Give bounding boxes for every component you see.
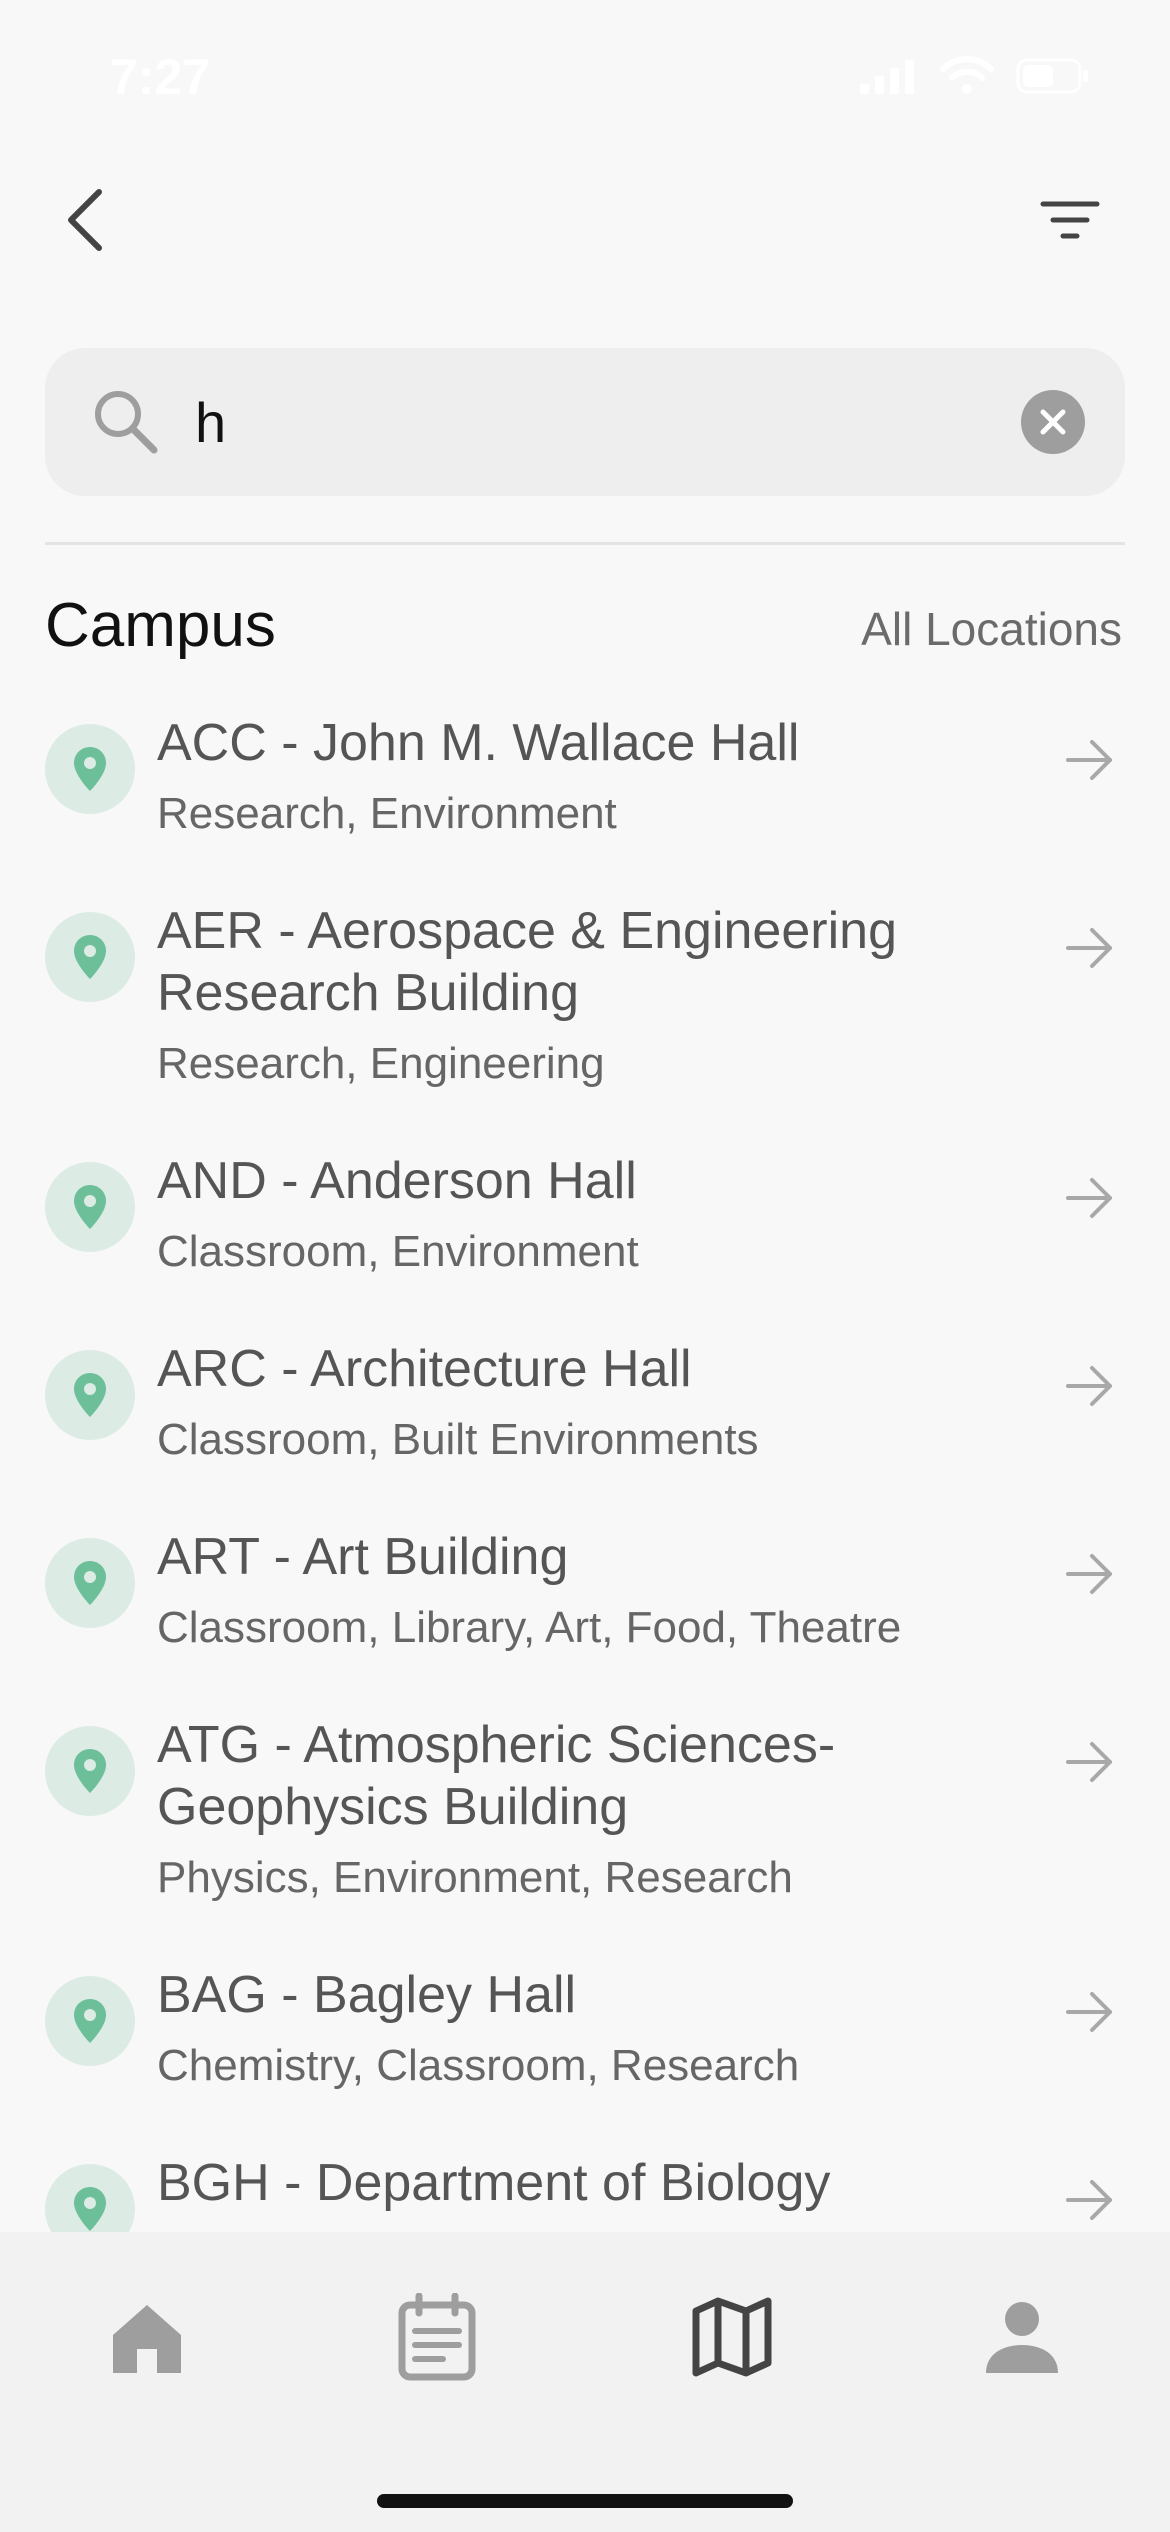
- pin-badge: [45, 1976, 135, 2066]
- list-item-tags: Chemistry, Classroom, Research: [157, 2041, 800, 2090]
- list-item[interactable]: ARC - Architecture Hall Classroom, Built…: [0, 1338, 1170, 1468]
- list-item-title: BAG - Bagley Hall: [157, 1966, 577, 2024]
- back-button[interactable]: [50, 180, 120, 260]
- filter-icon: [1040, 201, 1100, 239]
- clear-icon: [1040, 409, 1066, 435]
- map-pin-icon: [74, 747, 106, 791]
- status-time: 7:27: [110, 49, 211, 105]
- status-icons: [858, 56, 1090, 96]
- map-pin-icon: [74, 1749, 106, 1793]
- screen: 7:27 h Campus All Locations ACC - John M…: [0, 0, 1170, 2532]
- nav-map-button[interactable]: [677, 2282, 787, 2392]
- pin-badge: [45, 1538, 135, 1628]
- arrow-right-icon: [1066, 1554, 1112, 1594]
- list-item-tags: Research, Environment: [157, 789, 617, 838]
- map-pin-icon: [74, 2187, 106, 2231]
- list-item-title: AND - Anderson Hall: [157, 1152, 637, 1210]
- list-item[interactable]: BAG - Bagley Hall Chemistry, Classroom, …: [0, 1964, 1170, 2094]
- chevron-left-icon: [68, 189, 102, 251]
- battery-icon: [1016, 58, 1088, 94]
- list-item-title: AER - Aerospace & Engineering Research B…: [157, 902, 897, 1022]
- list-item-tags: Classroom, Environment: [157, 1227, 639, 1276]
- list-item-title: ART - Art Building: [157, 1528, 569, 1586]
- nav-home-button[interactable]: [92, 2282, 202, 2392]
- all-locations-link[interactable]: All Locations: [861, 602, 1122, 656]
- filter-button[interactable]: [1030, 185, 1110, 255]
- list-item[interactable]: AND - Anderson Hall Classroom, Environme…: [0, 1150, 1170, 1280]
- results-list: ACC - John M. Wallace Hall Research, Env…: [0, 700, 1170, 2235]
- pin-badge: [45, 912, 135, 1002]
- list-item[interactable]: AER - Aerospace & Engineering Research B…: [0, 900, 1170, 1092]
- arrow-right-icon: [1066, 740, 1112, 780]
- list-item-tags: Physics, Environment, Research: [157, 1853, 793, 1902]
- list-item[interactable]: ACC - John M. Wallace Hall Research, Env…: [0, 712, 1170, 842]
- list-item-title: ACC - John M. Wallace Hall: [157, 714, 800, 772]
- wifi-icon: [940, 56, 994, 94]
- arrow-right-icon: [1066, 1178, 1112, 1218]
- pin-badge: [45, 724, 135, 814]
- arrow-right-icon: [1066, 2180, 1112, 2220]
- nav-profile-button[interactable]: [967, 2282, 1077, 2392]
- search-icon: [95, 391, 158, 454]
- list-item[interactable]: ART - Art Building Classroom, Library, A…: [0, 1526, 1170, 1656]
- arrow-right-icon: [1066, 1992, 1112, 2032]
- list-item[interactable]: ATG - Atmospheric Sciences-Geophysics Bu…: [0, 1714, 1170, 1906]
- map-pin-icon: [74, 1185, 106, 1229]
- pin-badge: [45, 2164, 135, 2235]
- list-item-title: BGH - Department of Biology: [157, 2154, 831, 2212]
- list-item-tags: Classroom, Built Environments: [157, 1415, 759, 1464]
- list-item-tags: Research, Engineering: [157, 1039, 605, 1088]
- bottom-nav: [0, 2232, 1170, 2532]
- map-pin-icon: [74, 935, 106, 979]
- arrow-right-icon: [1066, 1742, 1112, 1782]
- arrow-right-icon: [1066, 1366, 1112, 1406]
- pin-badge: [45, 1350, 135, 1440]
- signal-icon: [860, 60, 914, 94]
- clear-search-button[interactable]: [1021, 390, 1085, 454]
- pin-badge: [45, 1162, 135, 1252]
- home-indicator: [377, 2494, 793, 2508]
- nav-calendar-button[interactable]: [382, 2282, 492, 2392]
- map-pin-icon: [74, 1561, 106, 1605]
- divider: [45, 542, 1125, 545]
- arrow-right-icon: [1066, 928, 1112, 968]
- search-input[interactable]: [195, 378, 1015, 466]
- map-pin-icon: [74, 1999, 106, 2043]
- home-icon: [113, 2305, 181, 2373]
- section-title: Campus: [45, 591, 276, 660]
- search-bar: [45, 348, 1125, 496]
- map-icon: [692, 2297, 772, 2377]
- profile-icon: [986, 2302, 1058, 2373]
- list-item-tags: Classroom, Library, Art, Food, Theatre: [157, 1603, 902, 1652]
- status-bar: 7:27: [0, 0, 1170, 150]
- map-pin-icon: [74, 1373, 106, 1417]
- list-item-title: ARC - Architecture Hall: [157, 1340, 692, 1398]
- pin-badge: [45, 1726, 135, 1816]
- calendar-icon: [398, 2293, 476, 2381]
- list-item-title: ATG - Atmospheric Sciences-Geophysics Bu…: [157, 1716, 836, 1836]
- list-item[interactable]: BGH - Department of Biology: [0, 2152, 1170, 2235]
